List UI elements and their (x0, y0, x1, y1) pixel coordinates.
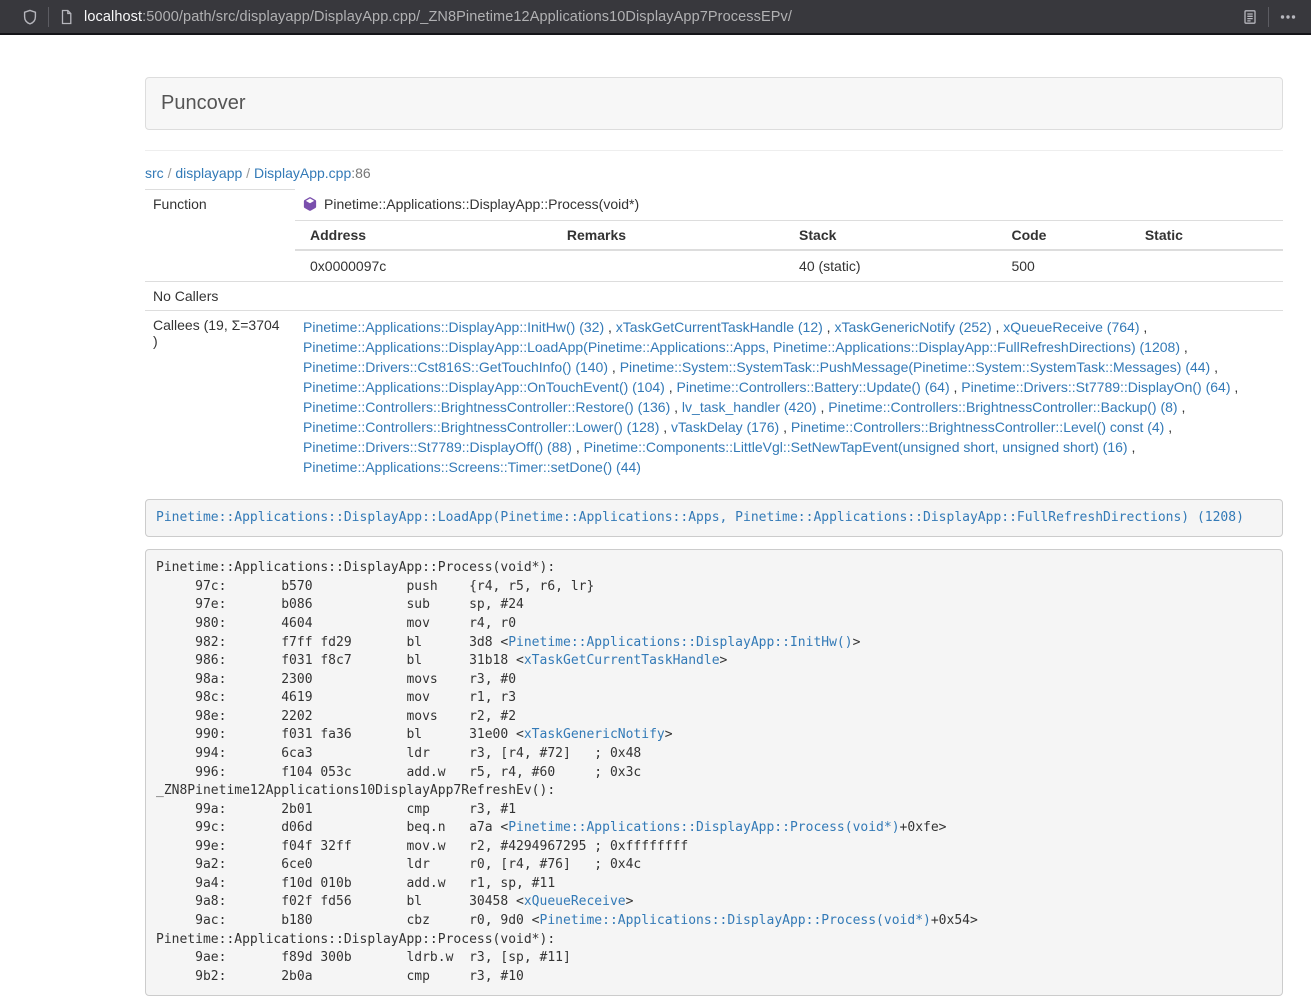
callee-link[interactable]: Pinetime::Controllers::BrightnessControl… (303, 419, 659, 435)
callee-separator: , (659, 419, 671, 435)
code-size-value: 500 (996, 250, 1129, 281)
loadapp-link[interactable]: Pinetime::Applications::DisplayApp::Load… (156, 510, 1244, 525)
breadcrumb: src / displayapp / DisplayApp.cpp:86 (145, 163, 1283, 183)
table-row: 0x0000097c 40 (static) 500 (295, 250, 1283, 281)
callee-separator: , (1231, 379, 1239, 395)
callee-link[interactable]: Pinetime::Controllers::BrightnessControl… (828, 399, 1177, 415)
disassembly: Pinetime::Applications::DisplayApp::Proc… (145, 549, 1283, 996)
code-symbol-link[interactable]: xTaskGetCurrentTaskHandle (524, 653, 720, 668)
callee-link[interactable]: Pinetime::Applications::Screens::Timer::… (303, 459, 641, 475)
callee-separator: , (670, 399, 682, 415)
callee-link[interactable]: Pinetime::Controllers::BrightnessControl… (303, 399, 670, 415)
callee-separator: , (1164, 419, 1172, 435)
function-table: Function Pinetime::Applications::Display… (145, 189, 1283, 483)
callee-link[interactable]: Pinetime::Components::LittleVgl::SetNewT… (584, 439, 1128, 455)
callee-link[interactable]: Pinetime::Applications::DisplayApp::Load… (303, 339, 1180, 355)
breadcrumb-link-file[interactable]: DisplayApp.cpp (254, 165, 351, 181)
loadapp-highlight-box: Pinetime::Applications::DisplayApp::Load… (145, 499, 1283, 538)
callee-separator: , (823, 319, 835, 335)
column-header-address: Address (295, 221, 552, 250)
callee-link[interactable]: Pinetime::Controllers::Battery::Update()… (677, 379, 950, 395)
column-header-remarks: Remarks (552, 221, 784, 250)
callees-list: Pinetime::Applications::DisplayApp::Init… (295, 310, 1283, 483)
stack-value: 40 (static) (784, 250, 996, 281)
callee-separator: , (572, 439, 584, 455)
code-symbol-link[interactable]: Pinetime::Applications::DisplayApp::Proc… (508, 820, 899, 835)
callee-link[interactable]: xTaskGetCurrentTaskHandle (12) (616, 319, 823, 335)
callee-link[interactable]: Pinetime::Controllers::BrightnessControl… (791, 419, 1164, 435)
callee-link[interactable]: Pinetime::System::SystemTask::PushMessag… (620, 359, 1211, 375)
breadcrumb-separator: / (246, 165, 250, 181)
callee-separator: , (1210, 359, 1218, 375)
static-value (1130, 250, 1283, 281)
address-table: Address Remarks Stack Code Static 0x0000… (295, 221, 1283, 281)
callee-separator: , (1180, 339, 1188, 355)
callee-separator: , (604, 319, 616, 335)
column-header-code: Code (996, 221, 1129, 250)
callee-link[interactable]: Pinetime::Drivers::St7789::DisplayOff() … (303, 439, 572, 455)
address-value: 0x0000097c (295, 250, 552, 281)
callee-separator: , (608, 359, 620, 375)
callee-separator: , (665, 379, 677, 395)
callee-separator: , (1128, 439, 1136, 455)
callee-link[interactable]: xTaskGenericNotify (252) (834, 319, 991, 335)
column-header-stack: Stack (784, 221, 996, 250)
chrome-divider (1268, 7, 1269, 27)
url-bar[interactable]: localhost:5000/path/src/displayapp/Displ… (84, 9, 1242, 25)
callee-separator: , (1178, 399, 1186, 415)
breadcrumb-link-src[interactable]: src (145, 165, 164, 181)
callee-link[interactable]: Pinetime::Applications::DisplayApp::Init… (303, 319, 604, 335)
callee-link[interactable]: Pinetime::Applications::DisplayApp::OnTo… (303, 379, 665, 395)
page-icon[interactable] (59, 9, 74, 25)
remarks-value (552, 250, 784, 281)
chrome-divider (48, 7, 49, 27)
divider (145, 150, 1283, 151)
callee-link[interactable]: vTaskDelay (176) (671, 419, 779, 435)
code-symbol-link[interactable]: xQueueReceive (524, 894, 626, 909)
code-symbol-link[interactable]: Pinetime::Applications::DisplayApp::Init… (508, 635, 852, 650)
app-title-panel: Puncover (145, 77, 1283, 130)
code-symbol-link[interactable]: Pinetime::Applications::DisplayApp::Proc… (540, 913, 931, 928)
page-title: Puncover (161, 92, 246, 114)
kebab-menu-icon[interactable] (1279, 9, 1297, 25)
browser-chrome: localhost:5000/path/src/displayapp/Displ… (0, 0, 1311, 35)
url-path: :5000/path/src/displayapp/DisplayApp.cpp… (142, 9, 792, 25)
function-row-label: Function (145, 190, 295, 221)
callee-separator: , (1139, 319, 1147, 335)
callee-separator: , (950, 379, 962, 395)
callee-separator: , (779, 419, 791, 435)
shield-icon[interactable] (22, 9, 38, 25)
url-host: localhost (84, 9, 142, 25)
callee-link[interactable]: Pinetime::Drivers::Cst816S::GetTouchInfo… (303, 359, 608, 375)
breadcrumb-line-number: :86 (351, 165, 370, 181)
callees-label: Callees (19, Σ=3704 ) (145, 310, 295, 483)
code-symbol-link[interactable]: xTaskGenericNotify (524, 727, 665, 742)
no-callers-label: No Callers (145, 281, 295, 310)
column-header-static: Static (1130, 221, 1283, 250)
breadcrumb-separator: / (168, 165, 172, 181)
reader-mode-icon[interactable] (1242, 9, 1258, 25)
function-name: Pinetime::Applications::DisplayApp::Proc… (324, 196, 639, 212)
callee-link[interactable]: Pinetime::Drivers::St7789::DisplayOn() (… (961, 379, 1230, 395)
package-icon (303, 197, 317, 214)
callee-separator: , (817, 399, 829, 415)
callee-separator: , (992, 319, 1004, 335)
callee-link[interactable]: xQueueReceive (764) (1003, 319, 1139, 335)
page-content: Puncover src / displayapp / DisplayApp.c… (145, 35, 1283, 996)
callee-link[interactable]: lv_task_handler (420) (682, 399, 817, 415)
breadcrumb-link-displayapp[interactable]: displayapp (175, 165, 242, 181)
